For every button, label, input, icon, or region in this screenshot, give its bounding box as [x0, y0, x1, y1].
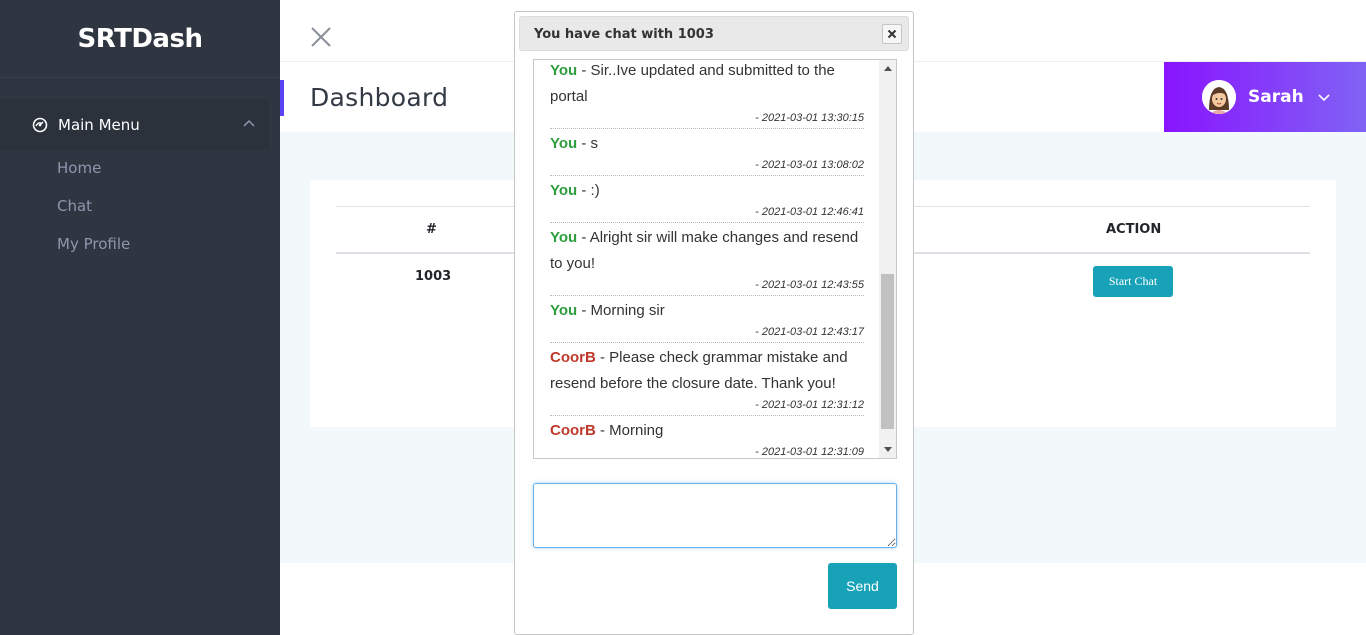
- send-button[interactable]: Send: [828, 563, 897, 609]
- col-header-id: #: [426, 222, 437, 237]
- message-timestamp: - 2021-03-01 13:08:02: [755, 159, 864, 171]
- chat-message: CoorB - Please check grammar mistake and…: [550, 343, 864, 416]
- page-title: Dashboard: [310, 83, 449, 112]
- chat-history[interactable]: You - Sir..Ive updated and submitted to …: [533, 59, 897, 459]
- brand-name: SRTDash: [77, 23, 203, 54]
- title-accent-bar: [280, 80, 284, 116]
- avatar-icon: [1202, 80, 1236, 114]
- close-icon[interactable]: [310, 26, 332, 48]
- message-sender: CoorB: [550, 349, 596, 366]
- main-menu-label: Main Menu: [58, 115, 140, 134]
- chat-message: You - :) - 2021-03-01 12:46:41: [550, 176, 864, 223]
- message-timestamp: - 2021-03-01 12:43:55: [755, 279, 864, 291]
- message-input[interactable]: [533, 483, 897, 548]
- chat-message: You - Morning sir - 2021-03-01 12:43:17: [550, 296, 864, 343]
- chat-scrollbar[interactable]: [879, 60, 896, 458]
- message-text: - s: [577, 135, 599, 152]
- avatar: [1202, 80, 1236, 114]
- message-sender: You: [550, 302, 578, 319]
- dialog-titlebar[interactable]: You have chat with 1003: [519, 16, 909, 51]
- table-cell-id: 1003: [415, 269, 452, 284]
- user-menu[interactable]: Sarah: [1164, 62, 1366, 132]
- chevron-down-icon: [1318, 94, 1330, 102]
- message-text: - Morning sir: [577, 302, 665, 319]
- message-sender: You: [550, 182, 578, 199]
- chat-message: You - s - 2021-03-01 13:08:02: [550, 129, 864, 176]
- message-timestamp: - 2021-03-01 12:31:12: [755, 399, 864, 411]
- user-name: Sarah: [1248, 87, 1304, 107]
- chat-message: You - Sir..Ive updated and submitted to …: [550, 60, 864, 129]
- message-timestamp: - 2021-03-01 12:31:09: [755, 446, 864, 458]
- chat-message: CoorB - Morning - 2021-03-01 12:31:09: [550, 416, 864, 458]
- scrollbar-thumb[interactable]: [881, 274, 894, 429]
- message-text: - :): [577, 182, 600, 199]
- close-icon: [887, 29, 897, 39]
- dashboard-icon: [32, 117, 48, 132]
- message-timestamp: - 2021-03-01 12:43:17: [755, 326, 864, 338]
- chevron-up-icon: [243, 119, 255, 127]
- message-sender: CoorB: [550, 422, 596, 439]
- scroll-down-icon[interactable]: [884, 447, 892, 452]
- message-text: - Morning: [595, 422, 664, 439]
- chat-dialog: You have chat with 1003 You - Sir..Ive u…: [514, 11, 914, 635]
- chat-message-list: You - Sir..Ive updated and submitted to …: [550, 60, 864, 458]
- scroll-up-icon[interactable]: [884, 66, 892, 71]
- message-text: - Alright sir will make changes and rese…: [550, 229, 859, 272]
- brand-logo[interactable]: SRTDash: [0, 0, 280, 78]
- message-sender: You: [550, 135, 578, 152]
- message-sender: You: [550, 62, 578, 79]
- message-timestamp: - 2021-03-01 12:46:41: [755, 206, 864, 218]
- dialog-title: You have chat with 1003: [534, 27, 714, 42]
- main-menu-toggle[interactable]: Main Menu: [0, 99, 269, 150]
- sidebar-item-my-profile[interactable]: My Profile: [57, 235, 130, 253]
- dialog-close-button[interactable]: [882, 24, 902, 44]
- sidebar: SRTDash Main Menu Home Chat My Profile: [0, 0, 280, 635]
- chat-message: You - Alright sir will make changes and …: [550, 223, 864, 296]
- message-sender: You: [550, 229, 578, 246]
- message-timestamp: - 2021-03-01 13:30:15: [755, 112, 864, 124]
- message-text: - Sir..Ive updated and submitted to the …: [550, 62, 835, 105]
- start-chat-button[interactable]: Start Chat: [1093, 266, 1173, 297]
- sidebar-item-chat[interactable]: Chat: [57, 197, 92, 215]
- col-header-action: ACTION: [1106, 222, 1162, 237]
- sidebar-item-home[interactable]: Home: [57, 159, 101, 177]
